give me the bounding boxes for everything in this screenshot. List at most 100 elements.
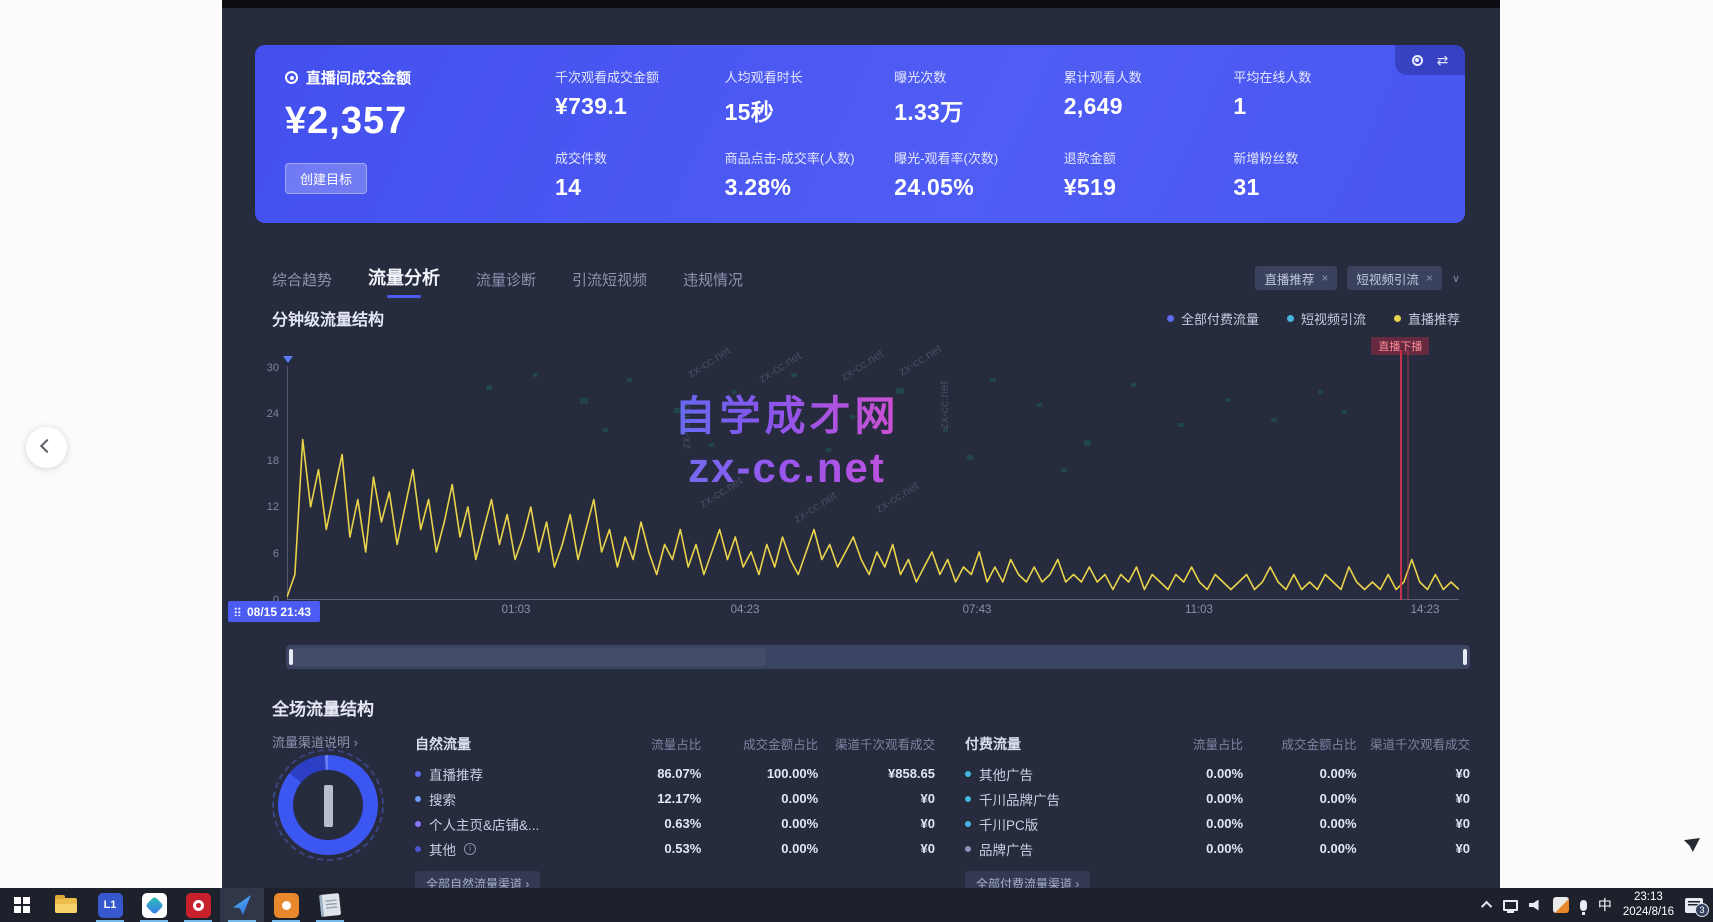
notepad-icon (319, 893, 341, 917)
tab-short-video[interactable]: 引流短视频 (572, 269, 647, 298)
chart-artifact (603, 428, 608, 432)
clock-date: 2024/8/16 (1623, 905, 1674, 920)
info-icon[interactable]: i (464, 843, 476, 855)
filter-chip-live-recommend[interactable]: 直播推荐 × (1255, 266, 1337, 290)
start-button[interactable] (0, 888, 44, 922)
notification-icon[interactable]: 3 (1685, 898, 1703, 913)
metric-cell: 退款金额¥519 (1064, 132, 1226, 206)
tab-traffic-diagnosis[interactable]: 流量诊断 (476, 269, 536, 298)
table-row: 个人主页&店铺&... 0.63% 0.00% ¥0 (415, 811, 935, 836)
metrics-grid: 千次观看成交金额¥739.1 人均观看时长15秒 曝光次数1.33万 累计观看人… (555, 65, 1395, 205)
app-orange-button[interactable] (264, 888, 308, 922)
app-teal-button[interactable] (132, 888, 176, 922)
slider-handle-left[interactable] (289, 649, 293, 665)
overall-section-title: 全场流量结构 (272, 695, 374, 720)
chart-artifact (580, 398, 588, 404)
chart-range-slider[interactable] (286, 645, 1470, 669)
gear-icon[interactable] (1412, 55, 1423, 66)
notepad-button[interactable] (308, 888, 352, 922)
donut-inner-label (324, 785, 333, 827)
create-goal-button[interactable]: 创建目标 (285, 163, 367, 194)
metric-cell: 新增粉丝数31 (1233, 132, 1395, 206)
app-red-button[interactable] (176, 888, 220, 922)
swap-arrows-icon[interactable]: ⇄ (1437, 53, 1449, 67)
table-header: 付费流量 流量占比 成交金额占比 渠道千次观看成交 (965, 731, 1470, 756)
axis-top-marker-icon (283, 356, 293, 368)
chevron-left-icon (40, 439, 54, 453)
chart-artifact (1084, 440, 1091, 446)
close-icon[interactable]: × (1426, 271, 1433, 285)
kpi-banner: 直播间成交金额 ¥2,357 创建目标 千次观看成交金额¥739.1 人均观看时… (255, 45, 1465, 223)
metric-cell: 成交件数14 (555, 132, 717, 206)
metric-cell: 曝光-观看率(次数)24.05% (894, 132, 1056, 206)
chart-artifact (826, 448, 831, 452)
stream-end-badge: 直播下播 (1371, 337, 1429, 355)
app-l1-button[interactable]: L1 (88, 888, 132, 922)
ime-indicator[interactable]: 中 (1598, 895, 1612, 915)
tray-app-icon[interactable] (1553, 897, 1569, 913)
minute-chart-plot[interactable]: 3024 1812 60 直播下播 zx-cc.netzx-cc.netzx-c… (287, 350, 1459, 600)
legend-item-paid[interactable]: 全部付费流量 (1167, 309, 1259, 328)
channel-note-link[interactable]: 流量渠道说明 › (272, 732, 358, 751)
chevron-up-icon[interactable] (1481, 901, 1492, 912)
scatter-watermark: zx-cc.net (679, 400, 693, 448)
main-metric-value: ¥2,357 (285, 100, 411, 143)
taskbar-clock[interactable]: 23:13 2024/8/16 (1623, 890, 1674, 920)
target-icon (285, 71, 298, 84)
series-dot (415, 796, 421, 802)
slider-fill (292, 648, 766, 666)
notification-badge: 3 (1695, 903, 1709, 917)
chart-artifact (990, 378, 996, 383)
volume-icon[interactable] (1529, 900, 1542, 911)
taskbar-apps: L1 (0, 888, 352, 922)
minute-chart-header: 分钟级流量结构 全部付费流量 短视频引流 直播推荐 (272, 306, 1460, 330)
player-prev-button[interactable] (26, 427, 67, 468)
tab-traffic-analysis[interactable]: 流量分析 (368, 264, 440, 298)
microphone-icon[interactable] (1580, 900, 1587, 911)
slider-handle-right[interactable] (1463, 649, 1467, 665)
chart-artifact (896, 388, 904, 394)
legend-dot (1394, 315, 1401, 322)
series-dot (415, 771, 421, 777)
natural-traffic-table: 自然流量 流量占比 成交金额占比 渠道千次观看成交 直播推荐 86.07% 10… (415, 731, 935, 888)
metric-cell: 人均观看时长15秒 (725, 65, 887, 132)
metric-cell: 平均在线人数1 (1233, 65, 1395, 132)
metric-cell: 商品点击-成交率(人数)3.28% (725, 132, 887, 206)
chart-artifact (791, 373, 797, 378)
tab-overall-trend[interactable]: 综合趋势 (272, 269, 332, 298)
metric-cell: 累计观看人数2,649 (1064, 65, 1226, 132)
chart-artifact (1178, 423, 1184, 428)
legend-item-live-recommend[interactable]: 直播推荐 (1394, 309, 1460, 328)
main-metric: 直播间成交金额 ¥2,357 创建目标 (285, 67, 411, 194)
network-icon[interactable] (1503, 900, 1518, 911)
minute-chart-title: 分钟级流量结构 (272, 306, 384, 330)
stream-end-marker-line (1400, 350, 1402, 600)
x-start-badge[interactable]: 08/15 21:43 (228, 601, 320, 622)
table-row: 千川品牌广告 0.00% 0.00% ¥0 (965, 786, 1470, 811)
all-paid-channels-link[interactable]: 全部付费流量渠道 › (965, 871, 1090, 888)
chart-artifact (486, 385, 492, 390)
table-row: 直播推荐 86.07% 100.00% ¥858.65 (415, 761, 935, 786)
clock-time: 23:13 (1623, 890, 1674, 905)
legend-item-short-video[interactable]: 短视频引流 (1287, 309, 1366, 328)
filter-chip-short-video[interactable]: 短视频引流 × (1347, 266, 1442, 290)
l1-app-icon: L1 (98, 893, 123, 918)
chart-artifact (1037, 403, 1042, 407)
table-row: 其他i 0.53% 0.00% ¥0 (415, 836, 935, 861)
x-axis-labels: 08/15 21:43 01:03 04:23 07:43 11:03 14:2… (222, 601, 1500, 625)
chart-artifact (1342, 410, 1347, 414)
close-icon[interactable]: × (1321, 271, 1328, 285)
app-pointer-button[interactable] (220, 888, 264, 922)
table-row: 其他广告 0.00% 0.00% ¥0 (965, 761, 1470, 786)
tab-violations[interactable]: 违规情况 (683, 269, 743, 298)
series-dot (965, 846, 971, 852)
chart-artifact (627, 378, 632, 382)
chart-artifact (709, 443, 714, 447)
all-natural-channels-link[interactable]: 全部自然流量渠道 › (415, 871, 540, 888)
chart-artifact (1061, 468, 1067, 473)
folder-icon (55, 898, 77, 913)
chart-artifact (1271, 418, 1277, 423)
stream-end-marker-line (1407, 350, 1409, 600)
file-explorer-button[interactable] (44, 888, 88, 922)
chevron-down-icon[interactable]: ∨ (1452, 272, 1460, 285)
